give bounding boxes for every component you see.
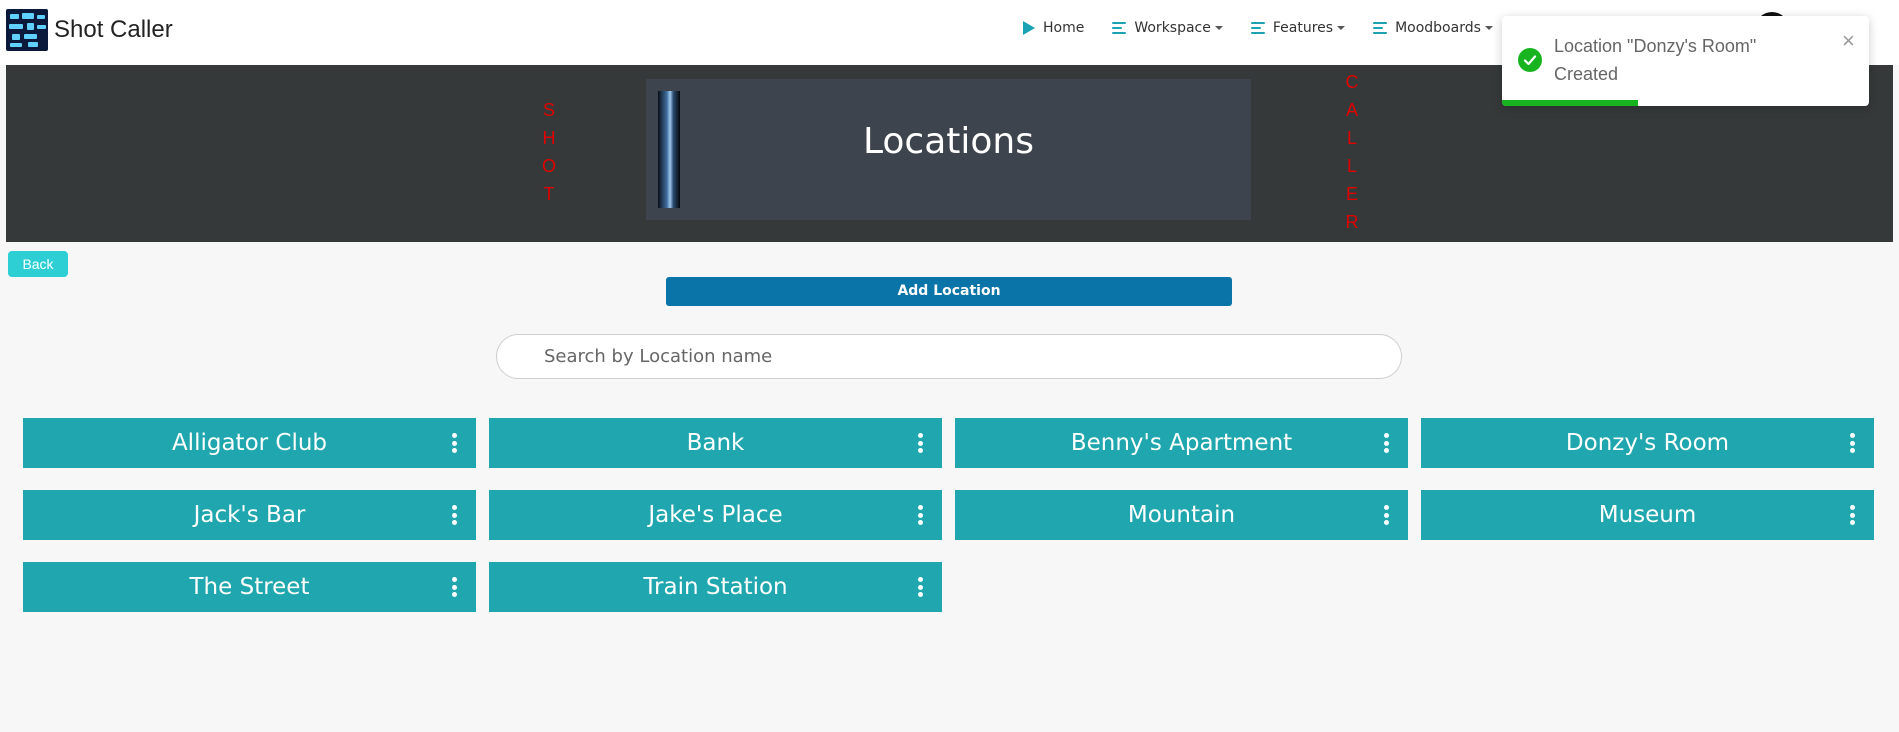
more-vertical-icon[interactable] [917,505,923,525]
left-letter: T [543,184,555,204]
left-letter: S [542,100,555,120]
title-box: Locations [646,79,1251,220]
location-card-label: Donzy's Room [1565,430,1730,456]
location-card-label: Alligator Club [171,430,328,456]
nav-workspace-label: Workspace [1134,20,1211,36]
location-card-label: Jack's Bar [193,502,306,528]
more-vertical-icon[interactable] [1849,433,1855,453]
location-card[interactable]: Train Station [489,562,942,612]
menu-icon [1373,22,1388,34]
nav-features[interactable]: Features [1250,20,1346,36]
location-card-label: Museum [1598,502,1697,528]
nav-moodboards-label: Moodboards [1395,20,1481,36]
location-card[interactable]: Mountain [955,490,1408,540]
main-nav: Home Workspace Features Moodboards [1023,20,1521,36]
back-button[interactable]: Back [8,251,68,277]
toast-message: Location "Donzy's Room" Created [1554,32,1794,88]
more-vertical-icon[interactable] [1383,433,1389,453]
location-card-label: Benny's Apartment [1070,430,1293,456]
search-bar [496,334,1402,379]
success-toast: Location "Donzy's Room" Created × [1502,16,1869,106]
add-location-button[interactable]: Add Location [666,277,1232,306]
left-letter: O [541,156,556,176]
more-vertical-icon[interactable] [917,433,923,453]
toast-message-line1: Location "Donzy's Room" [1554,36,1757,56]
more-vertical-icon[interactable] [1849,505,1855,525]
nav-features-label: Features [1272,20,1334,36]
right-letter: L [1346,156,1357,176]
menu-icon [1250,22,1265,34]
more-vertical-icon[interactable] [1383,505,1389,525]
nav-home[interactable]: Home [1023,20,1084,36]
caret-down-icon [1484,26,1493,30]
location-card[interactable]: Museum [1421,490,1874,540]
caret-down-icon [1214,26,1223,30]
play-icon [1023,21,1035,35]
location-card-label: Mountain [1127,502,1236,528]
toast-message-line2: Created [1554,64,1619,84]
more-vertical-icon[interactable] [451,505,457,525]
right-letter: R [1345,212,1359,232]
menu-icon [1112,22,1127,34]
banner-right-vertical-text: CALLER [1342,68,1362,236]
page-title: Locations [862,121,1035,162]
location-card-label: The Street [189,574,310,600]
more-vertical-icon[interactable] [917,577,923,597]
location-card[interactable]: Alligator Club [23,418,476,468]
search-input[interactable] [497,335,1401,378]
right-letter: E [1345,184,1358,204]
close-icon[interactable]: × [1842,28,1855,54]
nav-workspace[interactable]: Workspace [1112,20,1223,36]
toast-progress-bar [1502,100,1638,106]
location-card[interactable]: Bank [489,418,942,468]
location-card[interactable]: Benny's Apartment [955,418,1408,468]
brand[interactable]: Shot Caller [6,9,173,51]
nav-moodboards[interactable]: Moodboards [1373,20,1493,36]
location-card-label: Train Station [643,574,788,600]
more-vertical-icon[interactable] [451,577,457,597]
right-letter: L [1346,128,1357,148]
app-title: Shot Caller [54,16,173,43]
more-vertical-icon[interactable] [451,433,457,453]
caret-down-icon [1337,26,1346,30]
nav-home-label: Home [1043,20,1085,36]
location-card[interactable]: Jake's Place [489,490,942,540]
location-card-label: Bank [686,430,745,456]
location-card-label: Jake's Place [648,502,783,528]
location-card[interactable]: Jack's Bar [23,490,476,540]
app-logo-icon [6,9,48,51]
left-letter: H [542,128,556,148]
right-letter: C [1345,72,1359,92]
location-card[interactable]: The Street [23,562,476,612]
banner-left-vertical-text: SHOT [539,96,559,208]
location-card[interactable]: Donzy's Room [1421,418,1874,468]
right-letter: A [1345,100,1358,120]
check-circle-icon [1518,48,1542,72]
